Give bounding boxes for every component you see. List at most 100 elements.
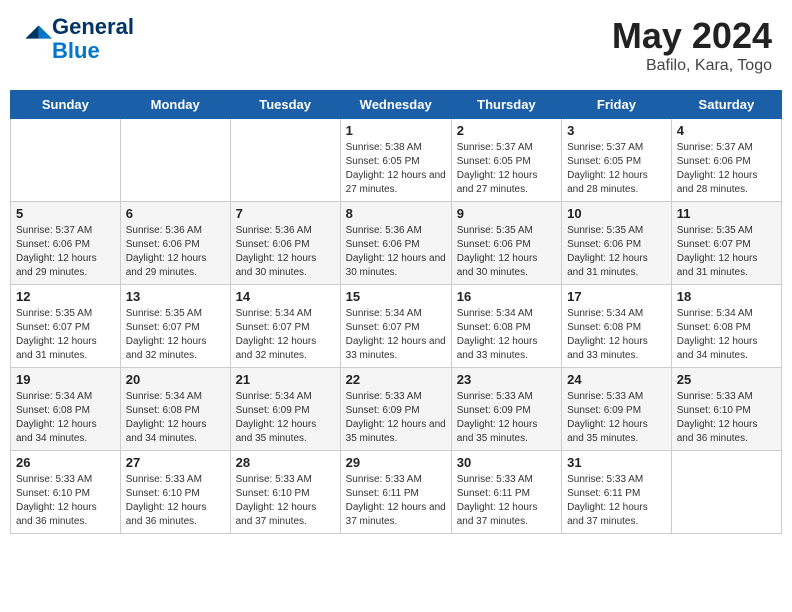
day-info: Sunrise: 5:36 AM Sunset: 6:06 PM Dayligh… bbox=[346, 224, 446, 280]
day-number: 31 bbox=[567, 455, 666, 470]
day-number: 6 bbox=[126, 206, 225, 221]
day-info: Sunrise: 5:33 AM Sunset: 6:11 PM Dayligh… bbox=[346, 473, 446, 529]
day-info: Sunrise: 5:35 AM Sunset: 6:06 PM Dayligh… bbox=[567, 224, 666, 280]
month-year: May 2024 bbox=[612, 15, 772, 57]
day-number: 19 bbox=[16, 372, 115, 387]
day-number: 30 bbox=[457, 455, 556, 470]
day-number: 11 bbox=[677, 206, 776, 221]
calendar-cell: 20Sunrise: 5:34 AM Sunset: 6:08 PM Dayli… bbox=[120, 368, 230, 451]
calendar-cell: 7 Sunrise: 5:36 AM Sunset: 6:06 PM Daylig… bbox=[230, 202, 340, 285]
calendar-cell: 1 Sunrise: 5:38 AM Sunset: 6:05 PM Daylig… bbox=[340, 119, 451, 202]
day-number: 23 bbox=[457, 372, 556, 387]
day-info: Sunrise: 5:38 AM Sunset: 6:05 PM Dayligh… bbox=[346, 141, 446, 197]
logo-icon bbox=[22, 22, 52, 52]
day-info: Sunrise: 5:37 AM Sunset: 6:06 PM Dayligh… bbox=[16, 224, 115, 280]
calendar-cell: 5 Sunrise: 5:37 AM Sunset: 6:06 PM Daylig… bbox=[11, 202, 121, 285]
calendar-cell: 26 Sunrise: 5:33 AM Sunset: 6:10 PM Dayli… bbox=[11, 451, 121, 534]
day-number: 17 bbox=[567, 289, 666, 304]
week-row-5: 26 Sunrise: 5:33 AM Sunset: 6:10 PM Dayli… bbox=[11, 451, 782, 534]
calendar-cell: 24Sunrise: 5:33 AM Sunset: 6:09 PM Dayli… bbox=[562, 368, 672, 451]
calendar-cell: 27 Sunrise: 5:33 AM Sunset: 6:10 PM Dayli… bbox=[120, 451, 230, 534]
page-header: General Blue May 2024 Bafilo, Kara, Togo bbox=[10, 10, 782, 80]
weekday-monday: Monday bbox=[120, 91, 230, 119]
calendar-cell: 3 Sunrise: 5:37 AM Sunset: 6:05 PM Daylig… bbox=[562, 119, 672, 202]
calendar-cell: 12 Sunrise: 5:35 AM Sunset: 6:07 PM Dayli… bbox=[11, 285, 121, 368]
day-info: Sunrise: 5:34 AM Sunset: 6:08 PM Dayligh… bbox=[567, 307, 666, 363]
calendar-cell bbox=[230, 119, 340, 202]
calendar-cell: 10 Sunrise: 5:35 AM Sunset: 6:06 PM Dayli… bbox=[562, 202, 672, 285]
calendar-cell bbox=[120, 119, 230, 202]
calendar-cell: 29 Sunrise: 5:33 AM Sunset: 6:11 PM Dayli… bbox=[340, 451, 451, 534]
day-info: Sunrise: 5:33 AM Sunset: 6:09 PM Dayligh… bbox=[346, 390, 446, 446]
day-info: Sunrise: 5:34 AM Sunset: 6:07 PM Dayligh… bbox=[346, 307, 446, 363]
day-info: Sunrise: 5:34 AM Sunset: 6:08 PM Dayligh… bbox=[457, 307, 556, 363]
calendar-cell: 23 Sunrise: 5:33 AM Sunset: 6:09 PM Dayli… bbox=[451, 368, 561, 451]
calendar-cell: 4Sunrise: 5:37 AM Sunset: 6:06 PM Daylig… bbox=[671, 119, 781, 202]
calendar-cell: 15 Sunrise: 5:34 AM Sunset: 6:07 PM Dayli… bbox=[340, 285, 451, 368]
day-info: Sunrise: 5:33 AM Sunset: 6:10 PM Dayligh… bbox=[236, 473, 335, 529]
calendar-cell: 2Sunrise: 5:37 AM Sunset: 6:05 PM Daylig… bbox=[451, 119, 561, 202]
day-number: 14 bbox=[236, 289, 335, 304]
day-number: 20 bbox=[126, 372, 225, 387]
day-number: 4 bbox=[677, 123, 776, 138]
day-number: 13 bbox=[126, 289, 225, 304]
day-number: 22 bbox=[346, 372, 446, 387]
weekday-wednesday: Wednesday bbox=[340, 91, 451, 119]
title-block: May 2024 Bafilo, Kara, Togo bbox=[612, 15, 772, 75]
week-row-4: 19 Sunrise: 5:34 AM Sunset: 6:08 PM Dayli… bbox=[11, 368, 782, 451]
day-number: 29 bbox=[346, 455, 446, 470]
calendar-cell: 25Sunrise: 5:33 AM Sunset: 6:10 PM Dayli… bbox=[671, 368, 781, 451]
calendar-cell: 8 Sunrise: 5:36 AM Sunset: 6:06 PM Daylig… bbox=[340, 202, 451, 285]
day-info: Sunrise: 5:33 AM Sunset: 6:09 PM Dayligh… bbox=[457, 390, 556, 446]
day-info: Sunrise: 5:35 AM Sunset: 6:06 PM Dayligh… bbox=[457, 224, 556, 280]
day-number: 10 bbox=[567, 206, 666, 221]
day-info: Sunrise: 5:37 AM Sunset: 6:05 PM Dayligh… bbox=[567, 141, 666, 197]
calendar-cell bbox=[671, 451, 781, 534]
day-info: Sunrise: 5:36 AM Sunset: 6:06 PM Dayligh… bbox=[236, 224, 335, 280]
logo: General Blue bbox=[20, 15, 134, 63]
logo-line2: Blue bbox=[52, 39, 134, 63]
day-number: 1 bbox=[346, 123, 446, 138]
calendar-body: 1 Sunrise: 5:38 AM Sunset: 6:05 PM Daylig… bbox=[11, 119, 782, 534]
day-info: Sunrise: 5:35 AM Sunset: 6:07 PM Dayligh… bbox=[677, 224, 776, 280]
day-number: 18 bbox=[677, 289, 776, 304]
day-info: Sunrise: 5:34 AM Sunset: 6:08 PM Dayligh… bbox=[677, 307, 776, 363]
day-info: Sunrise: 5:33 AM Sunset: 6:11 PM Dayligh… bbox=[457, 473, 556, 529]
day-info: Sunrise: 5:33 AM Sunset: 6:10 PM Dayligh… bbox=[126, 473, 225, 529]
weekday-sunday: Sunday bbox=[11, 91, 121, 119]
day-info: Sunrise: 5:33 AM Sunset: 6:10 PM Dayligh… bbox=[16, 473, 115, 529]
day-number: 8 bbox=[346, 206, 446, 221]
calendar-cell: 21Sunrise: 5:34 AM Sunset: 6:09 PM Dayli… bbox=[230, 368, 340, 451]
weekday-friday: Friday bbox=[562, 91, 672, 119]
day-info: Sunrise: 5:34 AM Sunset: 6:09 PM Dayligh… bbox=[236, 390, 335, 446]
week-row-3: 12 Sunrise: 5:35 AM Sunset: 6:07 PM Dayli… bbox=[11, 285, 782, 368]
weekday-tuesday: Tuesday bbox=[230, 91, 340, 119]
day-number: 5 bbox=[16, 206, 115, 221]
day-number: 3 bbox=[567, 123, 666, 138]
day-info: Sunrise: 5:37 AM Sunset: 6:05 PM Dayligh… bbox=[457, 141, 556, 197]
weekday-header-row: SundayMondayTuesdayWednesdayThursdayFrid… bbox=[11, 91, 782, 119]
day-number: 7 bbox=[236, 206, 335, 221]
day-number: 28 bbox=[236, 455, 335, 470]
day-info: Sunrise: 5:35 AM Sunset: 6:07 PM Dayligh… bbox=[126, 307, 225, 363]
day-number: 9 bbox=[457, 206, 556, 221]
day-number: 12 bbox=[16, 289, 115, 304]
calendar-cell: 11 Sunrise: 5:35 AM Sunset: 6:07 PM Dayli… bbox=[671, 202, 781, 285]
week-row-1: 1 Sunrise: 5:38 AM Sunset: 6:05 PM Daylig… bbox=[11, 119, 782, 202]
location: Bafilo, Kara, Togo bbox=[612, 57, 772, 75]
day-number: 15 bbox=[346, 289, 446, 304]
day-number: 27 bbox=[126, 455, 225, 470]
weekday-thursday: Thursday bbox=[451, 91, 561, 119]
calendar-cell: 19 Sunrise: 5:34 AM Sunset: 6:08 PM Dayli… bbox=[11, 368, 121, 451]
calendar-cell: 9 Sunrise: 5:35 AM Sunset: 6:06 PM Daylig… bbox=[451, 202, 561, 285]
day-info: Sunrise: 5:34 AM Sunset: 6:08 PM Dayligh… bbox=[16, 390, 115, 446]
weekday-saturday: Saturday bbox=[671, 91, 781, 119]
day-number: 26 bbox=[16, 455, 115, 470]
day-info: Sunrise: 5:34 AM Sunset: 6:07 PM Dayligh… bbox=[236, 307, 335, 363]
calendar-cell: 16Sunrise: 5:34 AM Sunset: 6:08 PM Dayli… bbox=[451, 285, 561, 368]
week-row-2: 5 Sunrise: 5:37 AM Sunset: 6:06 PM Daylig… bbox=[11, 202, 782, 285]
day-info: Sunrise: 5:35 AM Sunset: 6:07 PM Dayligh… bbox=[16, 307, 115, 363]
day-info: Sunrise: 5:33 AM Sunset: 6:09 PM Dayligh… bbox=[567, 390, 666, 446]
calendar-cell: 31Sunrise: 5:33 AM Sunset: 6:11 PM Dayli… bbox=[562, 451, 672, 534]
calendar-cell: 14 Sunrise: 5:34 AM Sunset: 6:07 PM Dayli… bbox=[230, 285, 340, 368]
